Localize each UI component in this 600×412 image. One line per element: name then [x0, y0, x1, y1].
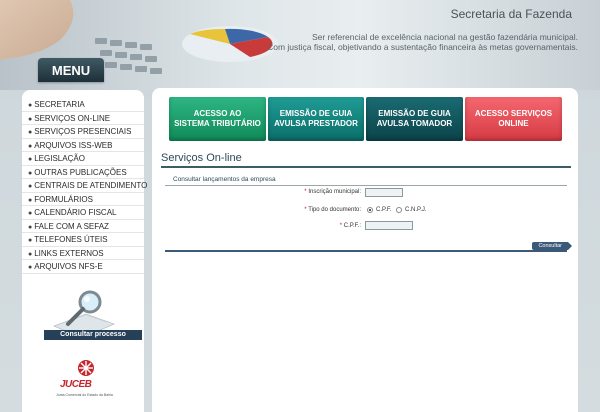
- sidebar-menu: ● SECRETARIA ● SERVIÇOS ON-LINE ● SERVIÇOS …: [22, 90, 148, 274]
- sidebar-item-label: ARQUIVOS ISS-WEB: [34, 140, 113, 150]
- sidebar-item-arquivos-iss-web[interactable]: ● ARQUIVOS ISS-WEB: [22, 139, 144, 152]
- sidebar-item-label: SERVIÇOS ON-LINE: [34, 113, 111, 123]
- cpf-input[interactable]: [365, 221, 413, 230]
- bullet-icon: ●: [28, 196, 33, 204]
- sidebar-item-label: CENTRAIS DE ATENDIMENTO: [34, 181, 148, 190]
- bullet-icon: ●: [28, 142, 33, 150]
- tipo-documento-label: * Tipo do documento:: [275, 207, 361, 213]
- sidebar-item-links-externos[interactable]: ● LINKS EXTERNOS: [22, 247, 144, 260]
- tagline-line-2: Com justiça fiscal, objetivando a susten…: [267, 42, 578, 52]
- form-legend: Consultar lançamentos da empresa: [173, 176, 276, 183]
- inscricao-label-text: Inscrição municipal:: [308, 189, 361, 195]
- sidebar-item-label: ARQUIVOS NFS-E: [34, 262, 103, 271]
- button-label-line: ACESSO AO: [193, 109, 242, 118]
- main-content: ACESSO AO SISTEMA TRIBUTÁRIO EMISSÃO DE G…: [152, 88, 578, 412]
- bullet-icon: ●: [28, 223, 33, 231]
- cnpj-radio[interactable]: [396, 207, 402, 213]
- button-label-line: EMISSÃO DE GUIA: [279, 109, 353, 118]
- sidebar-item-label: LEGISLAÇÃO: [34, 154, 85, 163]
- emissao-guia-tomador-button[interactable]: EMISSÃO DE GUIA AVULSA TOMADOR: [366, 97, 463, 141]
- button-label-line: AVULSA TOMADOR: [376, 119, 453, 128]
- button-label-line: AVULSA PRESTADOR: [274, 119, 358, 128]
- button-label-line: ONLINE: [498, 119, 529, 128]
- sidebar-item-label: OUTRAS PUBLICAÇÕES: [34, 167, 127, 177]
- button-label-line: SISTEMA TRIBUTÁRIO: [174, 119, 261, 128]
- sidebar-item-label: FALE COM A SEFAZ: [34, 221, 109, 231]
- sidebar-item-servicos-online[interactable]: ● SERVIÇOS ON-LINE: [22, 112, 144, 125]
- cpf-radio-label: C.P.F.: [376, 207, 392, 213]
- sidebar-item-telefones-uteis[interactable]: ● TELEFONES ÚTEIS: [22, 233, 144, 247]
- bullet-icon: ●: [28, 250, 33, 258]
- button-label-line: EMISSÃO DE GUIA: [378, 109, 451, 118]
- button-label-line: ACESSO SERVIÇOS: [474, 109, 553, 118]
- emissao-guia-prestador-button[interactable]: EMISSÃO DE GUIA AVULSA PRESTADOR: [268, 97, 364, 141]
- bullet-icon: ●: [28, 115, 33, 123]
- bullet-icon: ●: [28, 129, 33, 136]
- sidebar-item-label: SERVIÇOS PRESENCIAIS: [34, 127, 132, 136]
- inscricao-municipal-input[interactable]: [365, 188, 403, 197]
- juceb-subtitle: Junta Comercial do Estado da Bahia: [56, 393, 113, 397]
- bullet-icon: ●: [28, 183, 33, 190]
- cpf-label-text: C.P.F.:: [343, 223, 361, 229]
- bullet-icon: ●: [28, 237, 33, 244]
- tagline-line-1: Ser referencial de excelência nacional n…: [311, 32, 578, 42]
- cpf-label: * C.P.F.:: [275, 223, 361, 229]
- sidebar-item-label: LINKS EXTERNOS: [34, 248, 104, 258]
- form-divider: [165, 185, 567, 186]
- consult-process-link[interactable]: Consultar processo: [44, 330, 142, 340]
- cpf-radio[interactable]: [367, 207, 373, 213]
- cnpj-radio-label: C.N.P.J.: [405, 207, 427, 213]
- consult-form: Consultar lançamentos da empresa * Inscr…: [165, 176, 567, 252]
- sidebar-item-label: FORMULÁRIOS: [34, 194, 93, 204]
- bullet-icon: ●: [28, 264, 33, 271]
- consultar-button[interactable]: Consultar: [532, 242, 572, 250]
- sidebar-item-arquivos-nfs-e[interactable]: ● ARQUIVOS NFS-E: [22, 260, 144, 274]
- sidebar-item-formularios[interactable]: ● FORMULÁRIOS: [22, 193, 144, 206]
- juceb-name: JUCEB: [60, 379, 92, 390]
- form-bottom-divider: [165, 250, 567, 252]
- required-mark: *: [304, 189, 307, 195]
- required-mark: *: [339, 223, 343, 229]
- title-divider: [161, 166, 571, 168]
- sidebar-item-label: TELEFONES ÚTEIS: [34, 235, 108, 244]
- sidebar-item-legislacao[interactable]: ● LEGISLAÇÃO: [22, 152, 144, 166]
- tagline: Ser referencial de excelência nacional n…: [267, 32, 578, 52]
- sidebar-item-outras-publicacoes[interactable]: ● OUTRAS PUBLICAÇÕES: [22, 166, 144, 179]
- sidebar-item-label: CALENDÁRIO FISCAL: [34, 208, 117, 217]
- acesso-servicos-online-button[interactable]: ACESSO SERVIÇOS ONLINE: [465, 97, 562, 141]
- bullet-icon: ●: [28, 169, 33, 177]
- sidebar-item-fale-com-sefaz[interactable]: ● FALE COM A SEFAZ: [22, 220, 144, 233]
- acesso-sistema-tributario-button[interactable]: ACESSO AO SISTEMA TRIBUTÁRIO: [169, 97, 266, 141]
- page-title: Serviços On-line: [161, 152, 242, 164]
- required-mark: *: [304, 207, 307, 213]
- sidebar-item-servicos-presenciais[interactable]: ● SERVIÇOS PRESENCIAIS: [22, 125, 144, 139]
- inscricao-label: * Inscrição municipal:: [275, 189, 361, 195]
- sidebar-item-calendario-fiscal[interactable]: ● CALENDÁRIO FISCAL: [22, 206, 144, 220]
- sidebar-item-centrais-atendimento[interactable]: ● CENTRAIS DE ATENDIMENTO: [22, 179, 148, 193]
- bullet-icon: ●: [28, 102, 33, 109]
- tipo-documento-label-text: Tipo do documento:: [308, 207, 361, 213]
- bullet-icon: ●: [28, 156, 33, 163]
- sidebar-item-label: SECRETARIA: [34, 100, 85, 109]
- sidebar-item-secretaria[interactable]: ● SECRETARIA: [22, 98, 144, 112]
- sidebar: ● SECRETARIA ● SERVIÇOS ON-LINE ● SERVIÇOS …: [22, 90, 148, 412]
- site-title: Secretaria da Fazenda: [450, 7, 572, 21]
- bullet-icon: ●: [28, 210, 33, 217]
- menu-tab: MENU: [38, 58, 104, 82]
